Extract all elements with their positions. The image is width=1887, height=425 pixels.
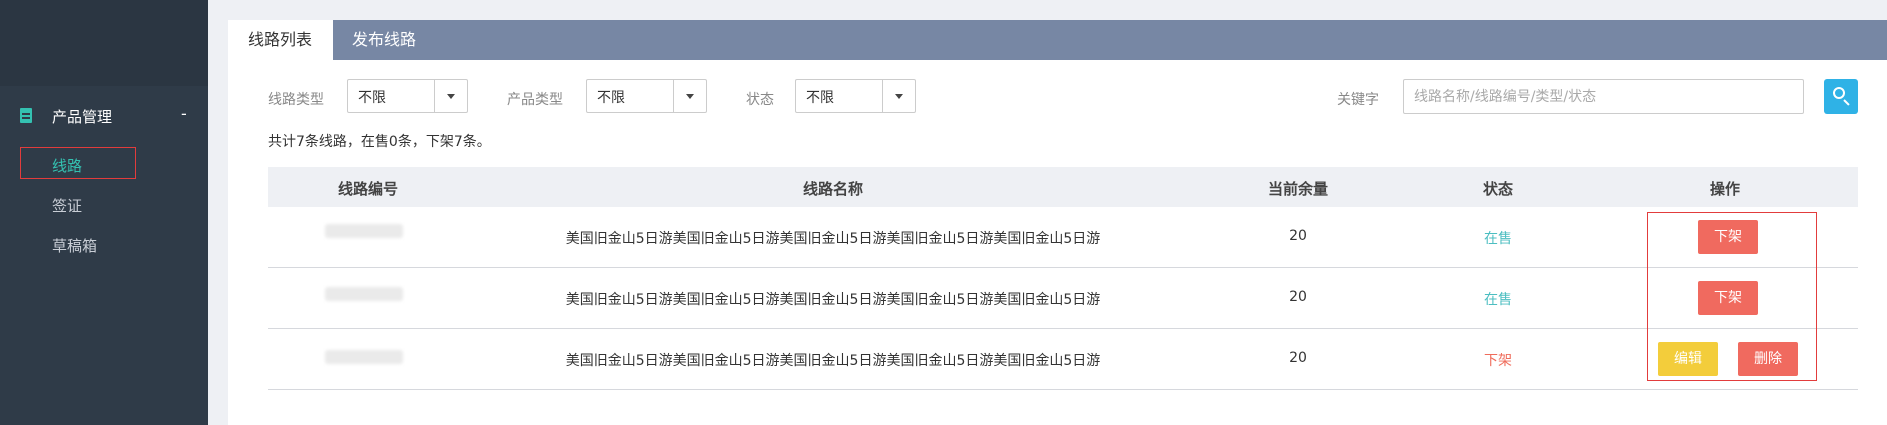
route-stock: 20 <box>1289 350 1307 366</box>
summary-text: 共计7条线路，在售0条，下架7条。 <box>268 134 491 150</box>
table-row: 美国旧金山5日游美国旧金山5日游美国旧金山5日游美国旧金山5日游美国旧金山5日游… <box>268 329 1858 390</box>
route-stock: 20 <box>1289 289 1307 305</box>
table-header: 线路编号 线路名称 当前余量 状态 操作 <box>268 167 1858 207</box>
sidebar-item-visa[interactable]: 签证 <box>52 195 82 216</box>
route-name: 美国旧金山5日游美国旧金山5日游美国旧金山5日游美国旧金山5日游美国旧金山5日游 <box>565 353 1101 369</box>
sidebar: 产品管理 - 线路 签证 草稿箱 <box>0 0 208 425</box>
route-type-label: 线路类型 <box>268 92 324 108</box>
column-header-stock: 当前余量 <box>1267 180 1329 198</box>
route-stock: 20 <box>1289 228 1307 244</box>
tab-route-list[interactable]: 线路列表 <box>228 20 333 60</box>
route-name: 美国旧金山5日游美国旧金山5日游美国旧金山5日游美国旧金山5日游美国旧金山5日游 <box>565 292 1101 308</box>
search-icon-handle <box>1843 99 1850 106</box>
chevron-down-icon[interactable] <box>882 80 915 112</box>
product-type-select[interactable]: 不限 <box>586 79 707 113</box>
product-type-value: 不限 <box>597 90 625 106</box>
route-code-redacted <box>325 224 403 238</box>
sidebar-item-drafts[interactable]: 草稿箱 <box>52 235 97 256</box>
sidebar-header <box>0 0 208 86</box>
nav-group-label: 产品管理 <box>52 108 113 126</box>
status-badge: 在售 <box>1484 231 1512 247</box>
column-header-code: 线路编号 <box>337 180 399 198</box>
table-row: 美国旧金山5日游美国旧金山5日游美国旧金山5日游美国旧金山5日游美国旧金山5日游… <box>268 207 1858 268</box>
keyword-label: 关键字 <box>1337 92 1379 108</box>
actions-highlight <box>1647 212 1817 381</box>
status-value: 不限 <box>806 90 834 106</box>
route-code-redacted <box>325 287 403 301</box>
product-type-label: 产品类型 <box>507 92 563 108</box>
sidebar-item-routes[interactable]: 线路 <box>52 155 82 176</box>
column-header-name: 线路名称 <box>802 180 864 198</box>
column-header-actions: 操作 <box>1709 180 1741 198</box>
status-badge: 下架 <box>1484 353 1512 369</box>
column-header-status: 状态 <box>1482 180 1514 198</box>
chevron-down-icon[interactable] <box>434 80 467 112</box>
status-select[interactable]: 不限 <box>795 79 916 113</box>
search-button[interactable] <box>1824 79 1858 114</box>
nav-group-product-management[interactable]: 产品管理 - <box>0 98 208 134</box>
document-icon <box>20 108 32 123</box>
tab-publish-route[interactable]: 发布线路 <box>332 20 436 60</box>
status-label: 状态 <box>746 92 774 108</box>
status-badge: 在售 <box>1484 292 1512 308</box>
chevron-down-icon[interactable] <box>673 80 706 112</box>
keyword-search-input[interactable] <box>1403 79 1804 114</box>
route-name: 美国旧金山5日游美国旧金山5日游美国旧金山5日游美国旧金山5日游美国旧金山5日游 <box>565 231 1101 247</box>
search-icon <box>1833 87 1845 99</box>
tab-bar: 线路列表 发布线路 <box>228 20 1887 60</box>
route-type-value: 不限 <box>358 90 386 106</box>
table-row: 美国旧金山5日游美国旧金山5日游美国旧金山5日游美国旧金山5日游美国旧金山5日游… <box>268 268 1858 329</box>
collapse-toggle[interactable]: - <box>181 104 187 123</box>
route-code-redacted <box>325 350 403 364</box>
route-type-select[interactable]: 不限 <box>347 79 468 113</box>
